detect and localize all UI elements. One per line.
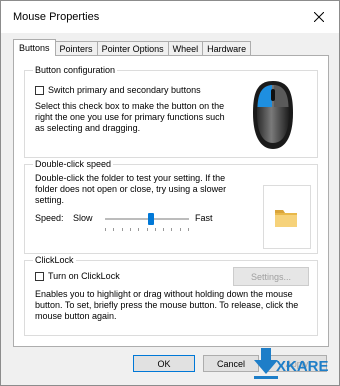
tab-label: Pointers [59,44,93,54]
tab-label: Buttons [19,43,50,53]
tab-label: Wheel [172,44,199,54]
switch-buttons-checkbox[interactable] [35,85,44,95]
mouse-properties-window: Mouse Properties Buttons Pointers Pointe… [0,0,340,386]
group-title: Button configuration [33,65,118,76]
slider-tick [147,228,148,231]
button-label: OK [157,358,171,369]
close-icon [314,12,324,22]
tab-wheel[interactable]: Wheel [167,41,204,56]
clicklock-checkbox[interactable] [35,271,44,281]
group-title: Double-click speed [33,159,114,170]
tab-label: Pointer Options [101,44,164,54]
speed-label: Speed: [35,213,64,223]
mouse-icon [253,81,293,149]
title-bar: Mouse Properties [1,1,339,33]
slider-tick [180,228,181,231]
buttons-tab-panel: Button configuration Switch primary and … [13,55,329,347]
tab-hardware[interactable]: Hardware [202,41,252,56]
button-config-description: Select this check box to make the button… [35,101,225,133]
watermark-text: XKARE [276,358,329,375]
slider-tick [155,228,156,231]
group-title: ClickLock [33,255,76,266]
slider-tick [122,228,123,231]
fast-label: Fast [195,213,213,223]
clicklock-group: ClickLock Turn on ClickLock Settings... … [24,255,318,336]
clicklock-settings-button[interactable]: Settings... [233,267,309,286]
double-click-speed-slider[interactable] [105,213,189,235]
button-configuration-group: Button configuration Switch primary and … [24,65,318,158]
switch-buttons-checkbox-row[interactable]: Switch primary and secondary buttons [35,85,201,95]
slider-tick [171,228,172,231]
ok-button[interactable]: OK [133,355,195,372]
tab-buttons[interactable]: Buttons [13,39,56,56]
xkare-watermark: XKARE [250,342,340,386]
slow-label: Slow [73,213,93,223]
slider-tick [105,228,106,231]
clicklock-checkbox-row[interactable]: Turn on ClickLock [35,271,120,281]
slider-tick [188,228,189,231]
tab-pointer-options[interactable]: Pointer Options [96,41,169,56]
button-label: Cancel [216,358,245,369]
tab-label: Hardware [207,44,247,54]
tab-strip: Buttons Pointers Pointer Options Wheel H… [13,39,252,56]
slider-thumb[interactable] [148,213,154,225]
slider-track [105,218,189,220]
slider-tick [138,228,139,231]
double-click-speed-group: Double-click speed Double-click the fold… [24,159,318,254]
clicklock-description: Enables you to highlight or drag without… [35,289,299,321]
slider-tick [113,228,114,231]
window-title: Mouse Properties [13,11,100,23]
tab-pointers[interactable]: Pointers [54,41,98,56]
close-button[interactable] [299,1,339,33]
folder-icon [275,210,297,227]
checkbox-label: Turn on ClickLock [48,271,120,281]
double-click-description: Double-click the folder to test your set… [35,173,227,205]
button-label: Settings... [250,271,292,282]
slider-tick [163,228,164,231]
checkbox-label: Switch primary and secondary buttons [48,85,201,95]
slider-tick [130,228,131,231]
test-folder-area[interactable] [263,185,311,249]
